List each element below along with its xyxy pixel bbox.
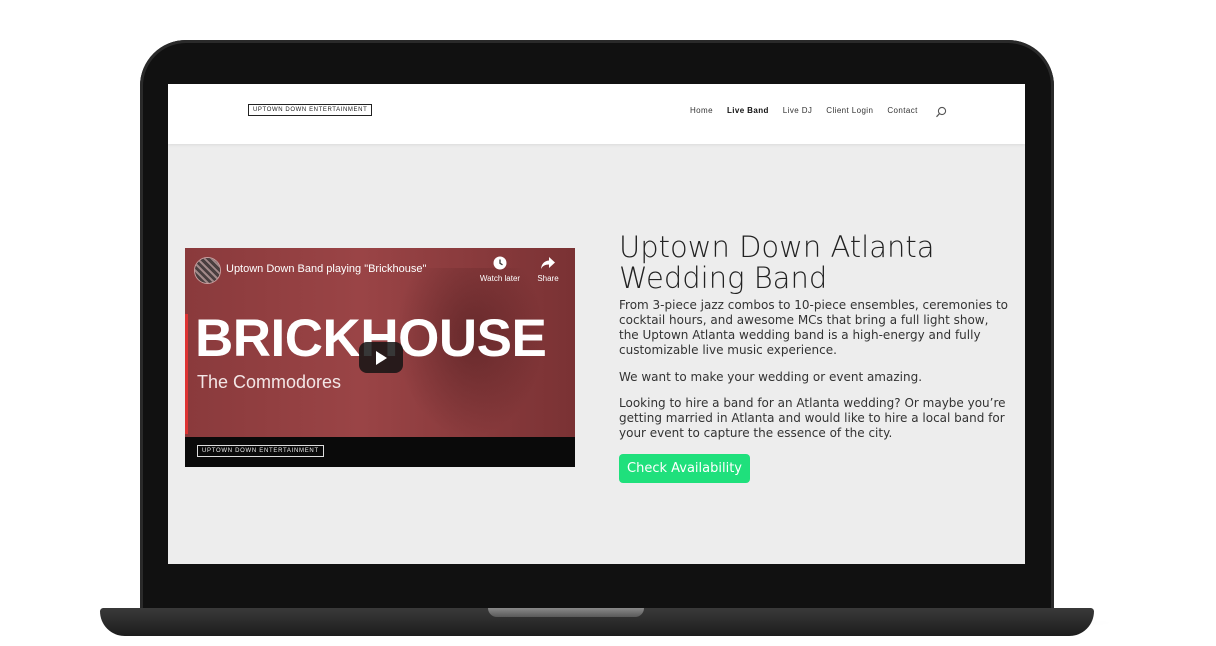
watch-later-button[interactable]: Watch later <box>475 256 525 283</box>
intro-paragraph: From 3-piece jazz combos to 10-piece ens… <box>619 298 1009 357</box>
video-watermark-logo: UPTOWN DOWN ENTERTAINMENT <box>197 445 324 457</box>
share-arrow-icon <box>541 257 555 269</box>
video-overlay-artist: The Commodores <box>197 372 342 392</box>
nav-item-home[interactable]: Home <box>690 106 713 115</box>
laptop-notch <box>488 608 644 617</box>
search-icon[interactable] <box>935 106 947 118</box>
main-nav: Home Live Band Live DJ Client Login Cont… <box>690 106 918 115</box>
play-icon[interactable] <box>359 342 403 373</box>
video-player[interactable]: Uptown Down Band playing "Brickhouse" Wa… <box>185 248 575 467</box>
tagline-paragraph: We want to make your wedding or event am… <box>619 370 923 384</box>
page-title: Uptown Down Atlanta Wedding Band <box>619 230 935 295</box>
nav-item-live-dj[interactable]: Live DJ <box>783 106 812 115</box>
share-button[interactable]: Share <box>523 256 573 283</box>
channel-avatar[interactable] <box>194 257 221 284</box>
site-header: UPTOWN DOWN ENTERTAINMENT Home Live Band… <box>168 84 1025 144</box>
site-logo[interactable]: UPTOWN DOWN ENTERTAINMENT <box>248 104 373 116</box>
clock-icon <box>493 256 507 270</box>
check-availability-button[interactable]: Check Availability <box>619 454 750 483</box>
hire-paragraph: Looking to hire a band for an Atlanta we… <box>619 396 1006 440</box>
nav-item-live-band[interactable]: Live Band <box>727 106 769 115</box>
title-accent-bar <box>185 314 188 434</box>
website-screen: UPTOWN DOWN ENTERTAINMENT Home Live Band… <box>168 84 1025 564</box>
video-title[interactable]: Uptown Down Band playing "Brickhouse" <box>226 263 426 275</box>
nav-item-client-login[interactable]: Client Login <box>826 106 873 115</box>
nav-item-contact[interactable]: Contact <box>887 106 917 115</box>
share-label: Share <box>537 274 559 283</box>
watch-later-label: Watch later <box>479 274 521 283</box>
